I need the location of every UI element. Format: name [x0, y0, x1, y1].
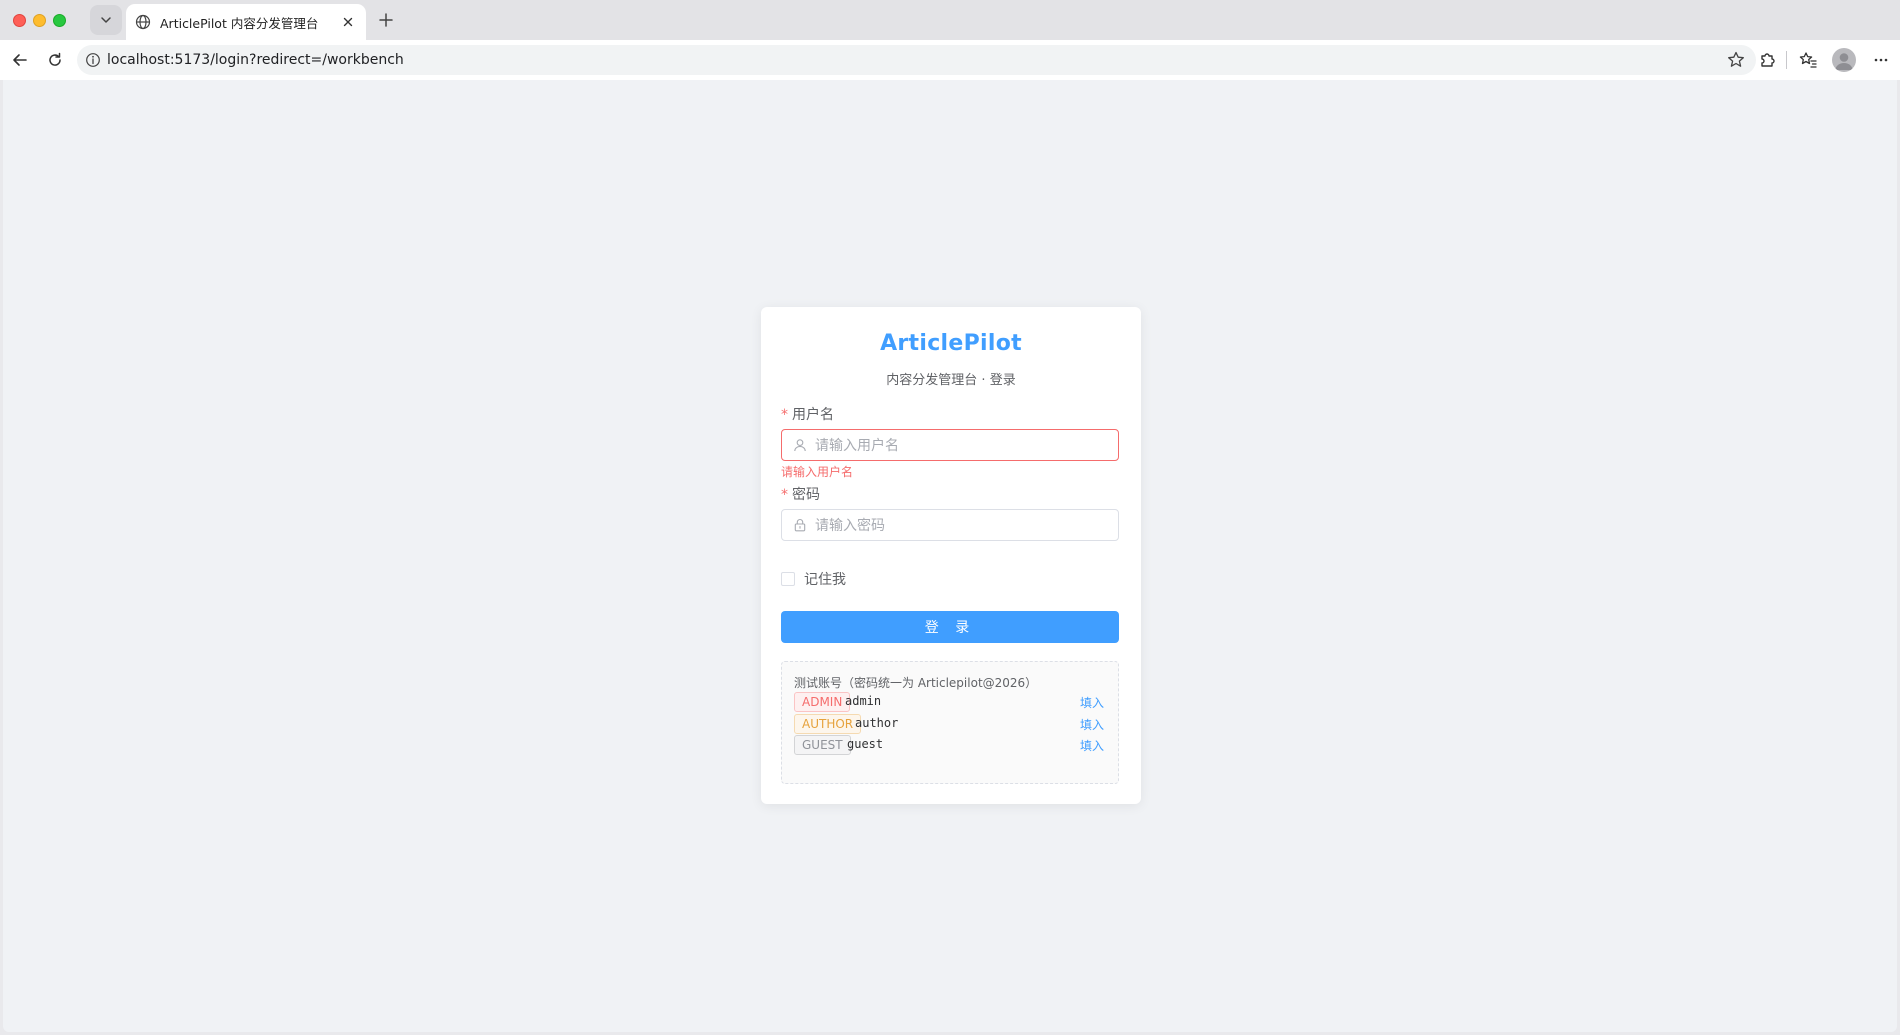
tab-close-button[interactable]	[340, 14, 356, 30]
login-card: ArticlePilot 内容分发管理台 · 登录 * 用户名 请输入用户名 请输…	[761, 307, 1141, 804]
toolbar-divider	[1786, 51, 1787, 69]
test-account-row: ADMIN admin 填入	[794, 691, 1108, 713]
role-tag-author: AUTHOR	[794, 714, 862, 734]
more-horizontal-icon	[1874, 58, 1888, 62]
arrow-left-icon	[13, 54, 27, 66]
back-button[interactable]	[8, 48, 32, 72]
favorites-button[interactable]	[1796, 48, 1820, 72]
fullscreen-window-button[interactable]	[53, 14, 66, 27]
required-mark: *	[781, 487, 788, 503]
new-tab-button[interactable]	[374, 8, 398, 32]
username-label-text: 用户名	[792, 407, 834, 423]
account-username: admin	[845, 694, 882, 708]
username-placeholder: 请输入用户名	[815, 438, 899, 454]
bookmark-star-icon[interactable]	[1726, 50, 1746, 70]
fill-button-admin[interactable]: 填入	[1080, 694, 1104, 711]
fill-button-author[interactable]: 填入	[1080, 716, 1104, 733]
favorites-star-icon	[1799, 52, 1817, 68]
remember-me-label[interactable]: 记住我	[804, 569, 846, 589]
tab-title: ArticlePilot 内容分发管理台	[160, 15, 319, 31]
required-mark: *	[781, 407, 788, 423]
reload-icon	[49, 52, 61, 66]
address-bar[interactable]: localhost:5173/login?redirect=/workbench	[77, 45, 1756, 75]
browser-window: ArticlePilot 内容分发管理台 localhost:5173/logi…	[0, 0, 1900, 1035]
user-avatar-icon	[1835, 53, 1853, 70]
password-label: * 密码	[781, 484, 820, 504]
tab-search-button[interactable]	[90, 5, 122, 35]
extensions-button[interactable]	[1755, 48, 1779, 72]
role-tag-admin: ADMIN	[794, 692, 851, 712]
active-tab[interactable]: ArticlePilot 内容分发管理台	[126, 4, 366, 40]
role-tag-guest: GUEST	[794, 735, 851, 755]
info-icon[interactable]	[85, 52, 101, 68]
username-input[interactable]: 请输入用户名	[781, 429, 1119, 461]
close-icon	[343, 17, 353, 27]
password-placeholder: 请输入密码	[815, 518, 885, 534]
close-window-button[interactable]	[13, 14, 26, 27]
test-accounts-title: 测试账号（密码统一为 Articlepilot@2026）	[794, 676, 1038, 690]
lock-icon	[793, 518, 807, 532]
reload-button[interactable]	[43, 48, 67, 72]
fill-button-guest[interactable]: 填入	[1080, 737, 1104, 754]
url-text: localhost:5173/login?redirect=/workbench	[107, 52, 404, 68]
login-button[interactable]: 登 录	[781, 611, 1119, 643]
user-icon	[793, 438, 807, 452]
password-input[interactable]: 请输入密码	[781, 509, 1119, 541]
page-viewport: ArticlePilot 内容分发管理台 · 登录 * 用户名 请输入用户名 请输…	[3, 80, 1897, 1032]
menu-button[interactable]	[1869, 48, 1893, 72]
username-error: 请输入用户名	[781, 465, 854, 479]
globe-icon	[135, 14, 151, 30]
browser-toolbar: localhost:5173/login?redirect=/workbench	[0, 40, 1900, 80]
account-username: author	[855, 716, 899, 730]
test-account-row: GUEST guest 填入	[794, 734, 1108, 756]
remember-me-checkbox[interactable]	[781, 572, 795, 586]
test-account-row: AUTHOR author 填入	[794, 713, 1108, 735]
account-username: guest	[847, 737, 884, 751]
profile-avatar[interactable]	[1832, 48, 1856, 72]
plus-icon	[379, 13, 393, 27]
remember-me[interactable]: 记住我	[781, 569, 846, 589]
brand-title: ArticlePilot	[880, 331, 1022, 356]
chevron-down-icon	[101, 17, 111, 23]
test-accounts-panel: 测试账号（密码统一为 Articlepilot@2026） ADMIN admi…	[781, 661, 1119, 784]
password-label-text: 密码	[792, 487, 820, 503]
puzzle-icon	[1761, 53, 1775, 67]
login-subtitle: 内容分发管理台 · 登录	[886, 373, 1016, 388]
tab-strip: ArticlePilot 内容分发管理台	[0, 0, 1900, 40]
minimize-window-button[interactable]	[33, 14, 46, 27]
username-label: * 用户名	[781, 404, 834, 424]
